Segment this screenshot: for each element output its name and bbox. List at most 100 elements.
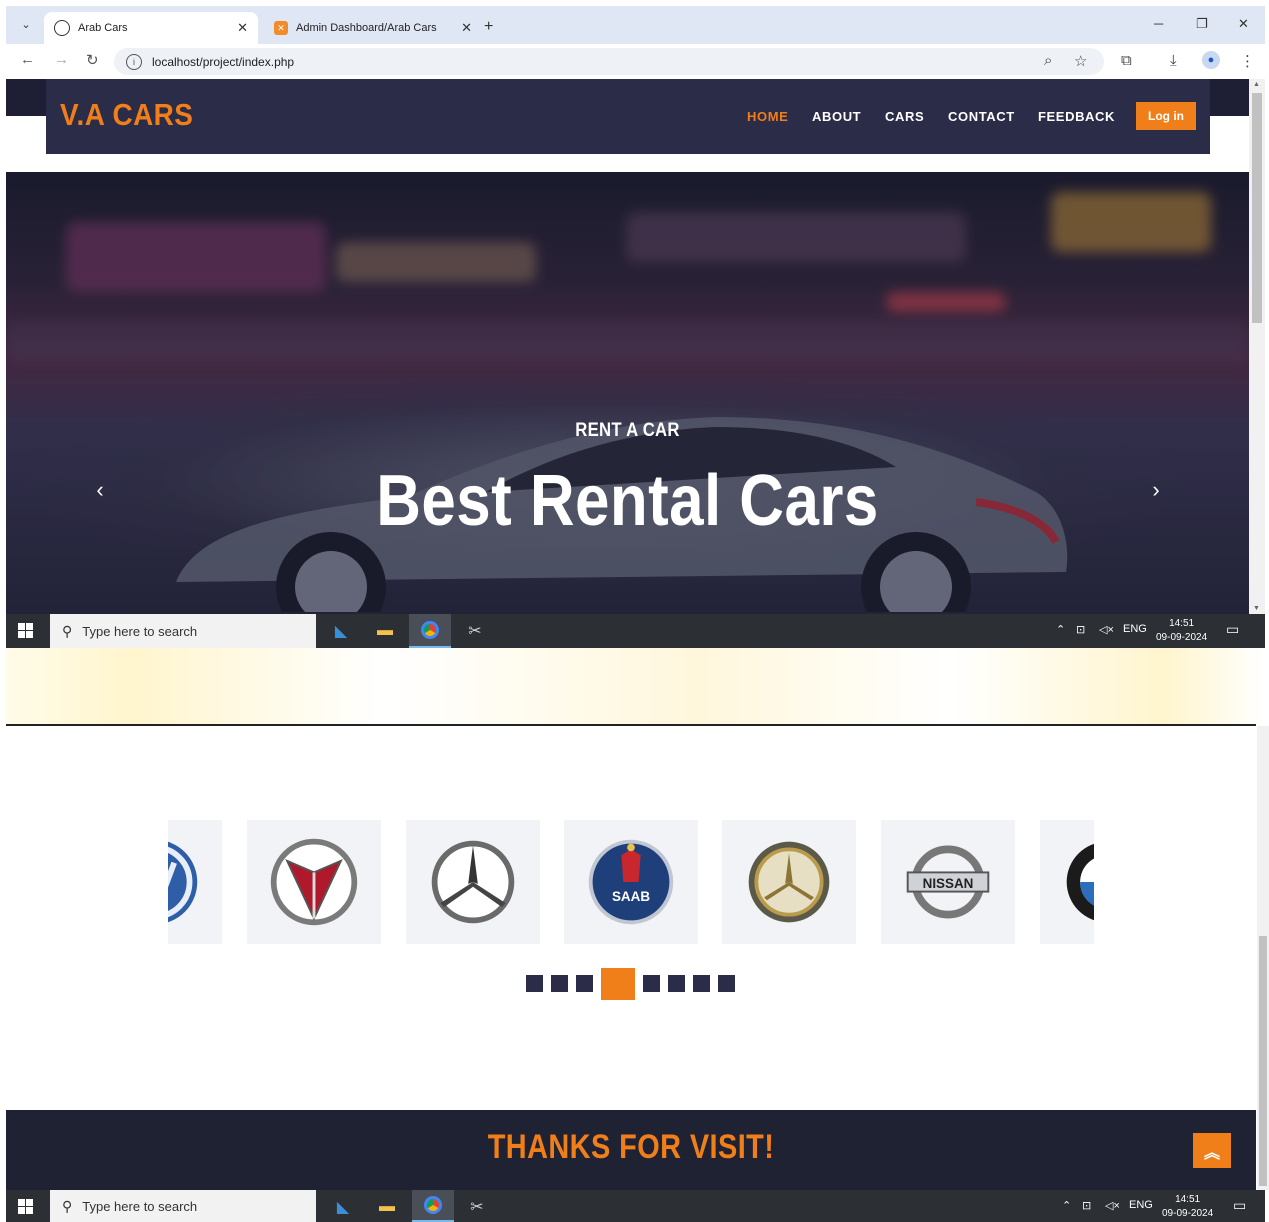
address-bar[interactable]: i localhost/project/index.php [114,48,1104,75]
chevron-up-icon[interactable]: ⌃ [1062,1199,1071,1212]
volume-muted-icon[interactable]: ◁× [1105,1199,1120,1212]
mercedes-benz-logo-card[interactable] [722,820,856,944]
laptop-app-icon[interactable]: ◣ [330,620,352,642]
notification-icon[interactable]: ▭ [1226,621,1239,638]
taskbar-clock[interactable]: 14:51 09-09-2024 [1162,1193,1213,1221]
hero-title: Best Rental Cars [376,461,879,541]
double-chevron-up-icon[interactable]: ︽ [1193,1133,1231,1168]
site-info-icon[interactable]: i [126,53,142,70]
reload-icon[interactable]: ↻ [86,51,99,69]
site-footer: THANKS FOR VISIT! ︽ [6,1110,1256,1190]
nissan-logo: NISSAN [906,845,990,919]
taskbar-search-box[interactable]: ⚲ Type here to search [50,614,316,648]
network-icon[interactable]: ⊡ [1082,1199,1091,1212]
more-menu-icon[interactable]: ⋮ [1240,52,1255,70]
windows-taskbar-bottom: ⚲ Type here to search ◣ ▬ ✂ ⌃ ⊡ ◁× ENG 1… [6,1190,1265,1222]
nav-cars[interactable]: CARS [885,109,924,124]
forward-arrow-icon[interactable]: → [54,51,69,68]
chevron-left-icon[interactable]: ‹ [82,472,118,508]
pagination-dot[interactable] [668,975,685,992]
bookmark-star-icon[interactable]: ☆ [1074,52,1087,70]
pagination-dot[interactable] [718,975,735,992]
chevron-down-icon: ⌄ [21,18,31,31]
site-logo[interactable]: V.A CARS [60,97,193,133]
mercedes-logo [431,840,515,924]
taskbar-clock[interactable]: 14:51 09-09-2024 [1156,617,1207,645]
nissan-wordmark: NISSAN [923,876,974,891]
notification-icon[interactable]: ▭ [1233,1197,1246,1214]
nav-about[interactable]: ABOUT [812,109,861,124]
volume-muted-icon[interactable]: ◁× [1099,623,1114,636]
hero-subtitle: RENT A CAR [575,420,680,441]
pagination-dot-active[interactable] [601,968,635,1000]
nav-home[interactable]: HOME [747,109,788,124]
saab-logo-card[interactable]: SAAB [564,820,698,944]
tab-admin-dashboard[interactable]: ✕ Admin Dashboard/Arab Cars ✕ [264,12,482,44]
search-placeholder: Type here to search [82,623,198,639]
snipping-tool-icon[interactable]: ✂ [464,620,486,642]
scrollbar-thumb[interactable] [1252,93,1262,323]
saab-logo: SAAB [588,839,674,925]
extensions-icon[interactable]: ⧉ [1121,52,1132,69]
close-tab-icon[interactable]: ✕ [237,20,248,36]
windows-start-icon[interactable] [18,1199,34,1215]
brand-logos-carousel: SAAB NISSAN [168,820,1094,944]
taskbar-search-box[interactable]: ⚲ Type here to search [50,1190,316,1222]
pagination-dot[interactable] [693,975,710,992]
hero-overlay [6,172,1249,614]
nav-contact[interactable]: CONTACT [948,109,1015,124]
tab-arab-cars[interactable]: Arab Cars ✕ [44,12,258,44]
tab-search-button[interactable]: ⌄ [16,14,36,34]
mercedes-logo-card[interactable] [406,820,540,944]
saab-wordmark: SAAB [612,889,650,904]
file-explorer-icon[interactable]: ▬ [374,620,396,642]
windows-taskbar: ⚲ Type here to search ◣ ▬ ✂ ⌃ ⊡ ◁× ENG 1… [6,614,1265,648]
pagination-dot[interactable] [643,975,660,992]
zoom-icon[interactable]: ⌕ [1044,52,1052,69]
page-scrollbar[interactable]: ▲ ▼ [1249,79,1265,614]
browser-chrome: ⌄ Arab Cars ✕ ✕ Admin Dashboard/Arab Car… [6,6,1265,79]
volkswagen-logo-card[interactable] [168,820,222,944]
divider [6,724,1256,726]
clock-time: 14:51 [1175,1194,1201,1205]
search-icon: ⚲ [62,622,73,639]
chevron-right-icon[interactable]: › [1138,472,1174,508]
scroll-up-icon[interactable]: ▲ [1253,81,1260,88]
background-image-band [6,648,1265,724]
minimize-icon[interactable]: ─ [1154,16,1163,31]
restore-icon[interactable]: ❐ [1196,16,1208,32]
globe-icon [54,20,70,36]
volkswagen-logo [168,841,198,923]
chrome-app-icon[interactable] [409,614,451,648]
scroll-down-icon[interactable]: ▼ [1253,605,1260,612]
nav-feedback[interactable]: FEEDBACK [1038,109,1115,124]
new-tab-button[interactable]: + [484,18,493,36]
file-explorer-icon[interactable]: ▬ [376,1196,398,1218]
chrome-app-icon[interactable] [412,1190,454,1222]
nissan-logo-card[interactable]: NISSAN [881,820,1015,944]
pontiac-logo-card[interactable] [247,820,381,944]
bmw-logo-card[interactable] [1040,820,1094,944]
page-scrollbar-lower[interactable] [1257,726,1269,1190]
login-button[interactable]: Log in [1136,102,1196,130]
tab-title: Arab Cars [78,22,128,34]
network-icon[interactable]: ⊡ [1076,623,1085,636]
laptop-app-icon[interactable]: ◣ [332,1196,354,1218]
language-indicator[interactable]: ENG [1123,623,1147,635]
url-text: localhost/project/index.php [152,54,295,69]
footer-thanks-text: THANKS FOR VISIT! [487,1128,775,1166]
close-window-icon[interactable]: ✕ [1238,16,1249,32]
profile-avatar-icon[interactable]: ● [1202,51,1220,69]
pagination-dot[interactable] [576,975,593,992]
windows-start-icon[interactable] [18,623,34,639]
scrollbar-thumb[interactable] [1259,936,1267,1186]
back-arrow-icon[interactable]: ← [20,51,35,68]
pagination-dot[interactable] [526,975,543,992]
pagination-dot[interactable] [551,975,568,992]
chevron-up-icon[interactable]: ⌃ [1056,623,1065,636]
download-icon[interactable]: ⤓ [1170,52,1177,69]
close-tab-icon[interactable]: ✕ [461,20,472,36]
clock-date: 09-09-2024 [1162,1208,1214,1219]
language-indicator[interactable]: ENG [1129,1199,1153,1211]
snipping-tool-icon[interactable]: ✂ [466,1196,488,1218]
